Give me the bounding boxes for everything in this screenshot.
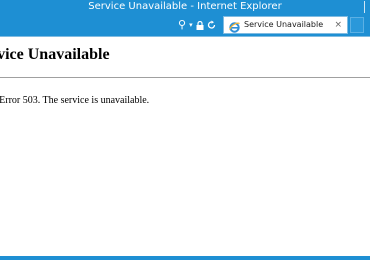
chevron-down-icon[interactable]: ▾ [189, 17, 193, 33]
title-bar[interactable]: Service Unavailable - Internet Explorer [0, 0, 370, 14]
divider [0, 77, 370, 78]
page-title: Service Unavailable [0, 46, 110, 63]
window-control-edge[interactable] [364, 1, 370, 13]
page-content: Service Unavailable HTTP Error 503. The … [0, 36, 370, 256]
close-icon[interactable]: × [334, 17, 342, 33]
tab-service-unavailable[interactable]: Service Unavailable × [223, 16, 348, 34]
address-bar-icons: ⚲ ▾ [178, 17, 216, 33]
browser-window: Service Unavailable - Internet Explorer … [0, 0, 370, 260]
error-message: HTTP Error 503. The service is unavailab… [0, 95, 150, 106]
window-title: Service Unavailable - Internet Explorer [88, 1, 282, 12]
search-icon[interactable]: ⚲ [178, 17, 186, 33]
ie-favicon-icon [229, 20, 240, 33]
new-tab-button[interactable] [350, 17, 364, 33]
tab-label: Service Unavailable [244, 20, 324, 29]
lock-icon[interactable] [196, 20, 204, 30]
status-bar [0, 256, 370, 260]
refresh-icon[interactable] [207, 20, 216, 30]
address-toolbar: ⚲ ▾ Service Unavailable × [0, 14, 370, 36]
